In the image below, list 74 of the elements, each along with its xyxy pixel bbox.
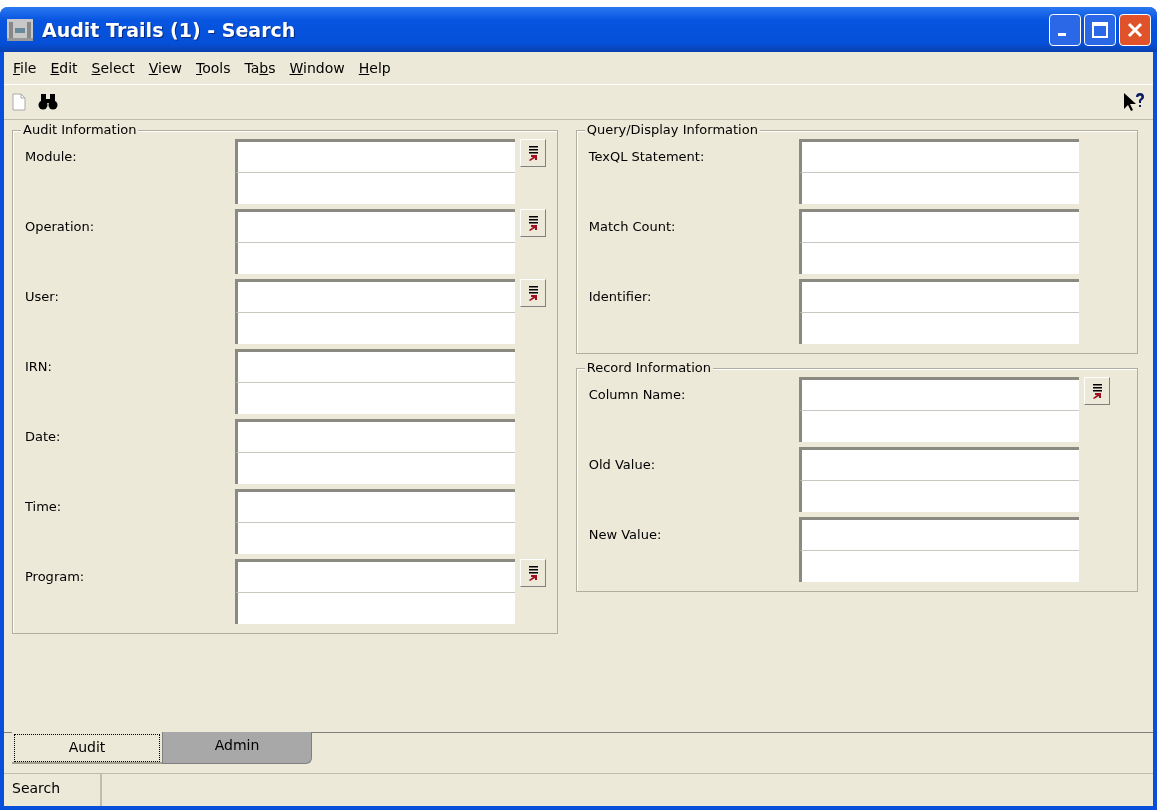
lookup-button[interactable] [520,139,546,167]
field-label: New Value: [588,526,663,542]
window-title: Audit Trails (1) - Search [42,18,297,41]
input-field[interactable] [798,312,1079,344]
field-label: Old Value: [588,456,657,472]
field-label: Match Count: [588,218,677,234]
input-field[interactable] [235,312,515,344]
field-label: Column Name: [588,386,687,402]
menu-item[interactable]: File [8,58,42,78]
input-field[interactable] [235,172,515,204]
minimize-icon [1058,33,1066,36]
input-field[interactable] [235,209,515,242]
field-label: Program: [25,568,86,584]
input-field[interactable] [798,447,1079,480]
group-title: Record Information [584,360,714,375]
input-field[interactable] [235,139,515,172]
field-label: User: [25,288,60,304]
input-field[interactable] [798,139,1079,172]
input-field[interactable] [235,522,515,554]
menu-item[interactable]: Select [86,58,140,78]
maximize-button[interactable] [1084,13,1116,46]
maximize-icon [1091,20,1109,39]
field-label: Module: [25,148,78,164]
list-picker-icon [527,565,539,581]
input-field[interactable] [235,452,515,484]
input-field[interactable] [235,419,515,452]
minimize-button[interactable] [1049,13,1081,46]
menu-item[interactable]: Window [284,58,350,78]
list-picker-icon [527,215,539,231]
input-field[interactable] [798,550,1079,582]
lookup-button[interactable] [520,279,546,307]
input-field[interactable] [798,377,1079,410]
app-icon [6,17,34,42]
status-text: Search [4,774,102,806]
menu-item[interactable]: Help [353,58,396,78]
input-field[interactable] [235,592,515,624]
input-field[interactable] [798,279,1079,312]
input-field[interactable] [798,480,1079,512]
input-field[interactable] [235,242,515,274]
field-label: Identifier: [588,288,653,304]
menu-item[interactable]: Tools [191,58,236,78]
tab[interactable]: Audit [12,732,162,764]
input-field[interactable] [798,209,1079,242]
help-pointer-icon[interactable] [1123,92,1145,112]
new-document-icon[interactable] [12,93,26,111]
input-field[interactable] [235,559,515,592]
input-field[interactable] [235,279,515,312]
field-label: Operation: [25,218,96,234]
list-picker-icon [527,145,539,161]
list-picker-icon [1090,383,1103,399]
field-label: Time: [25,498,63,514]
input-field[interactable] [798,410,1079,442]
menu-item[interactable]: Edit [45,58,83,78]
input-field[interactable] [798,172,1079,204]
group-title: Query/Display Information [584,122,760,137]
field-label: TexQL Statement: [588,148,706,164]
input-field[interactable] [235,382,515,414]
field-label: Date: [25,428,62,444]
binoculars-icon[interactable] [38,93,58,111]
list-picker-icon [527,285,539,301]
field-label: IRN: [25,358,53,374]
input-field[interactable] [798,517,1079,550]
tab[interactable]: Admin [162,732,312,764]
close-button[interactable] [1119,13,1151,46]
menu-item[interactable]: View [143,58,187,78]
lookup-button[interactable] [520,559,546,587]
lookup-button[interactable] [520,209,546,237]
input-field[interactable] [798,242,1079,274]
close-icon [1126,20,1144,39]
group-title: Audit Information [21,122,139,137]
input-field[interactable] [235,489,515,522]
lookup-button[interactable] [1083,377,1110,405]
input-field[interactable] [235,349,515,382]
menu-item[interactable]: Tabs [239,58,281,78]
